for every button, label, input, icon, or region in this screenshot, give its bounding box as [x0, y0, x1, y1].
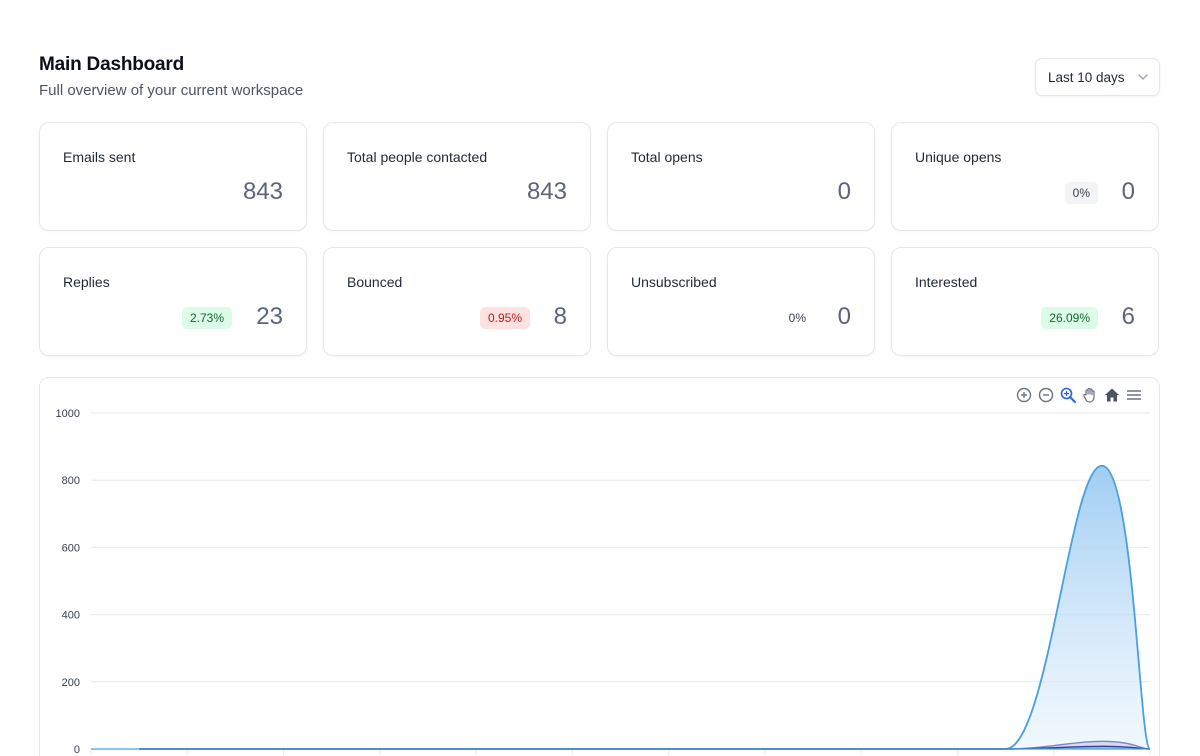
activity-chart-card: 0 200 400 600 800 1000 [39, 377, 1160, 756]
stat-card-total-people-contacted: Total people contacted 843 [323, 122, 591, 231]
stat-label: Bounced [347, 274, 403, 290]
stat-label: Total people contacted [347, 149, 488, 165]
page-subtitle: Full overview of your current workspace [39, 82, 304, 99]
stat-card-emails-sent: Emails sent 843 [39, 122, 307, 231]
y-tick-label: 800 [62, 475, 80, 487]
stat-value: 0 [1121, 178, 1135, 205]
zoom-out-icon[interactable] [1037, 386, 1055, 404]
y-tick-label: 200 [62, 677, 80, 689]
pan-hand-icon[interactable] [1081, 386, 1099, 404]
home-reset-icon[interactable] [1103, 386, 1121, 404]
stat-value: 6 [1121, 303, 1135, 330]
stat-value: 0 [837, 303, 851, 330]
date-range-value: Last 10 days [1048, 69, 1125, 85]
stat-label: Total opens [631, 149, 703, 165]
date-range-select[interactable]: Last 10 days [1035, 58, 1160, 96]
stat-label: Unique opens [915, 149, 1002, 165]
dashboard-page: Main Dashboard Full overview of your cur… [0, 0, 1200, 756]
series-line [139, 464, 1151, 750]
series-area [139, 741, 1150, 749]
stat-value: 8 [553, 303, 567, 330]
stat-percent-badge: 0% [1064, 182, 1098, 204]
stat-card-replies: Replies 2.73% 23 [39, 247, 307, 356]
zoom-in-icon[interactable] [1015, 386, 1033, 404]
page-header: Main Dashboard Full overview of your cur… [39, 54, 303, 99]
stat-value: 23 [256, 303, 283, 330]
stat-percent-badge: 0.95% [479, 307, 530, 329]
stat-card-interested: Interested 26.09% 6 [891, 247, 1159, 356]
series-line [139, 740, 1151, 750]
stat-label: Unsubscribed [631, 274, 717, 290]
stat-value: 843 [242, 178, 283, 205]
stat-card-bounced: Bounced 0.95% 8 [323, 247, 591, 356]
stat-percent-badge: 2.73% [181, 307, 232, 329]
menu-icon[interactable] [1125, 386, 1143, 404]
stat-value: 843 [526, 178, 567, 205]
stat-label: Emails sent [63, 149, 136, 165]
stat-card-total-opens: Total opens 0 [607, 122, 875, 231]
stat-card-unsubscribed: Unsubscribed 0% 0 [607, 247, 875, 356]
stat-label: Replies [63, 274, 110, 290]
page-title: Main Dashboard [39, 54, 184, 75]
stat-card-unique-opens: Unique opens 0% 0 [891, 122, 1159, 231]
stat-percent-badge: 26.09% [1041, 307, 1098, 329]
chevron-down-icon [1138, 74, 1148, 80]
stat-value: 0 [837, 178, 851, 205]
activity-chart: 0 200 400 600 800 1000 [56, 408, 1151, 756]
series-area [139, 465, 1150, 749]
chart-toolbar [1015, 386, 1143, 404]
y-tick-label: 1000 [56, 408, 80, 420]
magnifier-zoom-icon[interactable] [1059, 386, 1077, 404]
stat-label: Interested [915, 274, 978, 290]
y-tick-label: 400 [62, 610, 80, 622]
stat-percent-badge: 0% [780, 307, 814, 329]
y-tick-label: 0 [74, 744, 80, 756]
y-tick-label: 600 [62, 542, 80, 554]
